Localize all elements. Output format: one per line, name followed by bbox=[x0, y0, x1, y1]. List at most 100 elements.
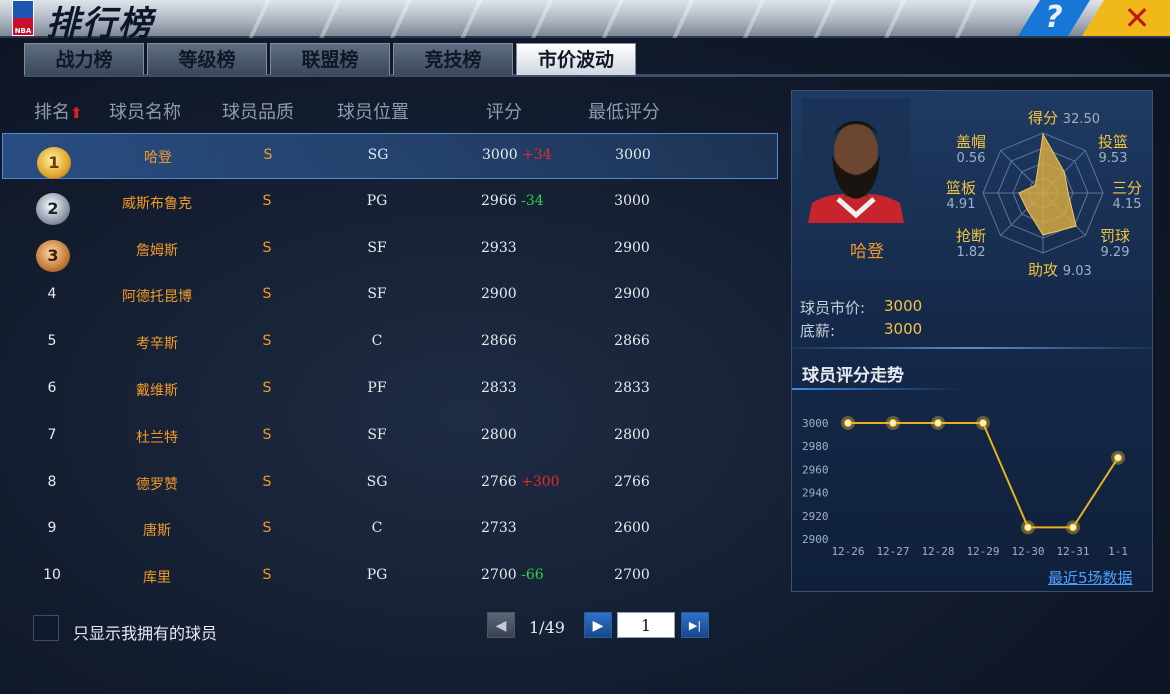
player-score: 2866 bbox=[481, 333, 517, 349]
score-value: 2966 bbox=[481, 192, 517, 209]
radar-label: 助攻 bbox=[1028, 261, 1059, 279]
radar-label-three: 三分 4.15 bbox=[1112, 179, 1143, 213]
radar-label: 投篮 bbox=[1098, 133, 1129, 151]
y-tick-label: 3000 bbox=[802, 417, 829, 430]
radar-label: 得分 bbox=[1028, 109, 1059, 127]
tab-arena[interactable]: 竞技榜 bbox=[393, 43, 513, 75]
rank-medal-icon: 3 bbox=[36, 239, 70, 272]
x-tick-label: 12-29 bbox=[966, 545, 999, 558]
trend-point[interactable] bbox=[1024, 523, 1032, 532]
prev-page-button[interactable]: ◀ bbox=[487, 612, 515, 638]
radar-label: 篮板 bbox=[946, 179, 977, 197]
header-rank[interactable]: 排名⬆ bbox=[34, 98, 83, 124]
player-min-score: 2600 bbox=[614, 520, 650, 537]
radar-value: 32.50 bbox=[1062, 112, 1101, 127]
title-decoration bbox=[200, 0, 1000, 38]
x-tick-label: 1-1 bbox=[1108, 545, 1128, 558]
player-score: 2766 +300 bbox=[481, 474, 560, 490]
y-tick-label: 2940 bbox=[802, 487, 829, 500]
player-name: 戴维斯 bbox=[136, 383, 178, 399]
recent-games-link[interactable]: 最近5场数据 bbox=[1048, 567, 1133, 588]
trend-point[interactable] bbox=[844, 419, 852, 427]
player-score: 3000 +34 bbox=[482, 147, 552, 163]
table-row[interactable]: 8 德罗赞 S SG 2766 +300 2766 bbox=[2, 461, 778, 507]
player-position: C bbox=[371, 520, 383, 537]
header-name: 球员名称 bbox=[109, 102, 181, 123]
last-page-icon: ▶| bbox=[688, 619, 702, 632]
player-score: 2800 bbox=[481, 427, 517, 443]
x-tick-label: 12-27 bbox=[876, 545, 909, 558]
score-change: -34 bbox=[521, 192, 544, 209]
player-name: 阿德托昆博 bbox=[122, 289, 192, 306]
player-quality: S bbox=[263, 147, 273, 163]
score-value: 2900 bbox=[481, 286, 517, 303]
score-value: 3000 bbox=[482, 147, 518, 163]
radar-label: 三分 bbox=[1112, 179, 1143, 197]
next-page-button[interactable]: ▶ bbox=[584, 612, 612, 638]
table-row[interactable]: 6 戴维斯 S PF 2833 2833 bbox=[2, 367, 778, 413]
rank-number: 4 bbox=[47, 286, 57, 303]
tab-level[interactable]: 等级榜 bbox=[147, 43, 267, 75]
trend-underline bbox=[792, 388, 962, 390]
radar-label: 抢断 bbox=[956, 227, 987, 245]
player-quality: S bbox=[262, 520, 272, 537]
score-value: 2800 bbox=[481, 426, 517, 443]
base-salary-label: 底薪: bbox=[800, 322, 836, 340]
table-header: 排名⬆ 球员名称 球员品质 球员位置 评分 最低评分 bbox=[0, 93, 780, 127]
window-title: 排行榜 bbox=[46, 4, 154, 44]
player-position: SF bbox=[367, 426, 387, 443]
score-value: 2833 bbox=[481, 380, 517, 396]
market-price-row: 球员市价: 3000 bbox=[800, 297, 922, 318]
tab-power[interactable]: 战力榜 bbox=[24, 43, 144, 75]
x-tick-label: 12-31 bbox=[1056, 545, 1089, 558]
player-min-score: 2900 bbox=[614, 286, 650, 303]
table-row[interactable]: 4 阿德托昆博 S SF 2900 2900 bbox=[2, 273, 778, 319]
player-score: 2833 bbox=[481, 380, 517, 396]
radar-label: 盖帽 bbox=[956, 133, 987, 151]
trend-point[interactable] bbox=[934, 419, 942, 427]
rank-number: 10 bbox=[43, 567, 61, 584]
player-score: 2700 -66 bbox=[481, 567, 544, 583]
player-quality: S bbox=[262, 473, 272, 490]
player-position: C bbox=[371, 333, 383, 350]
table-row[interactable]: 10 库里 S PG 2700 -66 2700 bbox=[2, 554, 778, 600]
close-button[interactable]: ✕ bbox=[1082, 0, 1170, 36]
player-min-score: 3000 bbox=[615, 147, 651, 163]
help-button[interactable]: ? bbox=[1018, 0, 1090, 36]
radar-label-rebound: 篮板 4.91 bbox=[946, 179, 977, 213]
rank-number: 8 bbox=[47, 473, 57, 490]
table-row[interactable]: 5 考辛斯 S C 2866 2866 bbox=[2, 320, 778, 366]
table-row[interactable]: 1 哈登 S SG 3000 +34 3000 bbox=[2, 133, 778, 179]
radar-label-steal: 抢断 1.82 bbox=[956, 227, 987, 261]
only-owned-checkbox[interactable] bbox=[33, 615, 59, 641]
score-value: 2866 bbox=[481, 333, 517, 350]
score-change: +34 bbox=[522, 147, 552, 163]
player-quality: S bbox=[262, 192, 272, 209]
x-tick-label: 12-26 bbox=[831, 545, 864, 558]
trend-line bbox=[848, 422, 1119, 529]
tab-market[interactable]: 市价波动 bbox=[516, 43, 636, 75]
page-input[interactable] bbox=[617, 612, 675, 638]
last-page-button[interactable]: ▶| bbox=[681, 612, 709, 638]
page-info: 1/49 bbox=[529, 618, 565, 637]
table-row[interactable]: 3 詹姆斯 S SF 2933 2900 bbox=[2, 227, 778, 273]
trend-point[interactable] bbox=[889, 419, 897, 427]
table-row[interactable]: 9 唐斯 S C 2733 2600 bbox=[2, 507, 778, 553]
tab-alliance[interactable]: 联盟榜 bbox=[270, 43, 390, 75]
player-position: PF bbox=[367, 380, 387, 396]
player-name: 威斯布鲁克 bbox=[122, 195, 192, 212]
trend-point[interactable] bbox=[1114, 453, 1122, 462]
table-row[interactable]: 2 威斯布鲁克 S PG 2966 -34 3000 bbox=[2, 180, 778, 226]
trend-title: 球员评分走势 bbox=[802, 366, 904, 386]
radar-value: 4.15 bbox=[1112, 197, 1142, 212]
table-row[interactable]: 7 杜兰特 S SF 2800 2800 bbox=[2, 414, 778, 460]
player-detail-panel: 哈登 得分 32.50 投篮 9.53 三分 4.15 罚球 9.29 助攻 9.03… bbox=[791, 90, 1153, 592]
header-quality: 球员品质 bbox=[222, 102, 294, 123]
trend-point[interactable] bbox=[979, 419, 987, 427]
divider bbox=[792, 347, 1152, 349]
trend-point[interactable] bbox=[1069, 523, 1077, 532]
player-name: 杜兰特 bbox=[136, 429, 178, 446]
radar-value: 4.91 bbox=[946, 197, 976, 212]
radar-value: 9.03 bbox=[1062, 264, 1092, 279]
player-position: SF bbox=[367, 239, 387, 256]
